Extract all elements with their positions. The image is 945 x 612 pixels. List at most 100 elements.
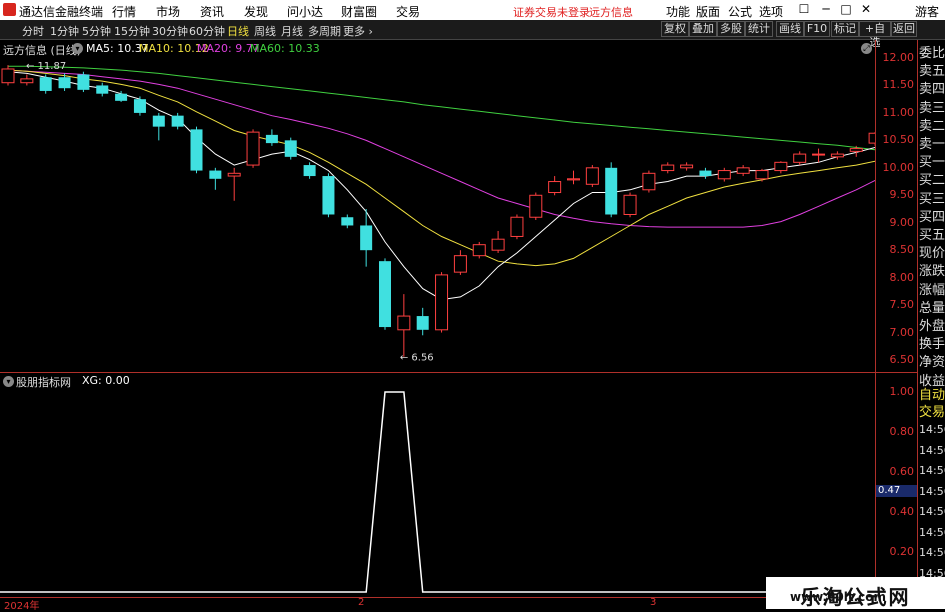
menu-hangqing[interactable]: 行情 bbox=[112, 3, 136, 20]
quote-field-label: 卖一 bbox=[919, 137, 945, 152]
candle-body-up bbox=[849, 148, 863, 152]
settings-circle-icon[interactable]: ▾ bbox=[72, 43, 83, 54]
candle-body-down bbox=[96, 85, 109, 94]
candle-body-up bbox=[717, 170, 731, 180]
candle-body-down bbox=[77, 74, 90, 90]
candle-body-up bbox=[548, 181, 562, 194]
f10-button[interactable]: F10 bbox=[804, 21, 830, 37]
period-fenshi[interactable]: 分时 bbox=[22, 23, 44, 39]
candle-body-up bbox=[623, 194, 637, 215]
add-watchlist-button[interactable]: +自选 bbox=[859, 21, 891, 49]
indicator-tick-label: 0.80 bbox=[889, 425, 915, 438]
mark-button[interactable]: 标记 bbox=[831, 21, 859, 37]
ma20-line bbox=[7, 69, 875, 228]
period-weekly[interactable]: 周线 bbox=[254, 23, 276, 39]
quote-field-label: 买二 bbox=[919, 173, 945, 189]
period-toolbar: 分时 1分钟 5分钟 15分钟 30分钟 60分钟 日线 周线 月线 多周期 更… bbox=[0, 20, 945, 49]
maximize-icon[interactable]: □ bbox=[838, 2, 854, 17]
period-5min[interactable]: 5分钟 bbox=[82, 23, 111, 39]
quote-field-label: 换手 bbox=[919, 337, 945, 353]
kline-chart[interactable]: ← 11.87 ← 6.56 bbox=[0, 56, 875, 372]
menu-banmian[interactable]: 版面 bbox=[696, 3, 720, 20]
candle-body-up bbox=[20, 78, 34, 84]
indicator-tick-label: 0.60 bbox=[889, 465, 915, 478]
quote-field-label: 总量 bbox=[919, 300, 945, 316]
statistics-button[interactable]: 统计 bbox=[745, 21, 773, 37]
period-1min[interactable]: 1分钟 bbox=[50, 23, 79, 39]
candle-body-up bbox=[472, 244, 486, 257]
candle-body-up bbox=[680, 164, 694, 169]
candle-body-down bbox=[699, 170, 712, 177]
price-tick-label: 10.00 bbox=[882, 160, 915, 174]
candle-body-up bbox=[453, 255, 467, 273]
candle-body-up bbox=[567, 178, 580, 181]
fuquan-button[interactable]: 复权 bbox=[661, 21, 689, 37]
price-tick-label: 11.00 bbox=[882, 105, 915, 119]
menu-wenxiaoda[interactable]: 问小达 bbox=[287, 3, 323, 20]
indicator-tick-label: 0.40 bbox=[889, 505, 915, 518]
watermark-site: www.60lt.com bbox=[790, 590, 887, 604]
date-label-mar: 3 bbox=[650, 597, 657, 608]
period-daily[interactable]: 日线 bbox=[227, 23, 249, 39]
candle-body-down bbox=[303, 165, 316, 177]
overlay-button[interactable]: 叠加 bbox=[689, 21, 717, 37]
menu-gongneng[interactable]: 功能 bbox=[666, 3, 690, 20]
period-30min[interactable]: 30分钟 bbox=[152, 23, 188, 39]
candle-body-up bbox=[793, 153, 807, 163]
stock-name-link[interactable]: 远方信息 bbox=[589, 4, 633, 20]
tick-time-label: 14:56 bbox=[919, 525, 945, 539]
quote-field-label: 卖二 bbox=[919, 118, 945, 134]
menu-faxian[interactable]: 发现 bbox=[244, 3, 268, 20]
indicator-tick-label: 0.20 bbox=[889, 545, 915, 558]
expand-chart-icon[interactable]: ⤢ bbox=[861, 43, 872, 54]
candle-body-up bbox=[812, 153, 826, 156]
indicator-chart[interactable] bbox=[0, 373, 875, 597]
app-logo-icon bbox=[3, 3, 16, 16]
menu-jiaoyi[interactable]: 交易 bbox=[396, 3, 420, 20]
candle-body-up bbox=[661, 164, 675, 172]
date-label-feb: 2 bbox=[358, 597, 365, 608]
menu-gongshi[interactable]: 公式 bbox=[728, 3, 752, 20]
candle-body-down bbox=[360, 225, 373, 251]
candle-body-down bbox=[115, 93, 128, 101]
period-60min[interactable]: 60分钟 bbox=[189, 23, 225, 39]
high-price-label: ← 11.87 bbox=[26, 61, 66, 72]
guest-user[interactable]: 游客 bbox=[915, 3, 939, 20]
period-15min[interactable]: 15分钟 bbox=[114, 23, 150, 39]
candle-body-up bbox=[227, 172, 241, 177]
price-tick-label: 9.00 bbox=[889, 215, 915, 229]
menu-caifuquan[interactable]: 财富圈 bbox=[341, 3, 377, 20]
close-icon[interactable]: ✕ bbox=[858, 2, 874, 17]
quote-field-label: 卖五 bbox=[919, 64, 945, 80]
candle-body-up bbox=[491, 238, 505, 251]
price-tick-label: 11.50 bbox=[882, 78, 915, 92]
candle-body-down bbox=[209, 170, 222, 179]
quote-field-label: 买五 bbox=[919, 228, 945, 243]
period-more[interactable]: 更多 › bbox=[343, 23, 373, 39]
period-monthly[interactable]: 月线 bbox=[281, 23, 303, 39]
title-bar: 通达信金融终端 行情 市场 资讯 发现 问小达 财富圈 交易 证券交易未登录 远… bbox=[0, 0, 945, 20]
candle-body-up bbox=[510, 216, 524, 237]
candle-body-up bbox=[397, 315, 411, 331]
back-button[interactable]: 返回 bbox=[891, 21, 917, 37]
candle-body-down bbox=[171, 115, 184, 127]
quote-field-label: 买四 bbox=[919, 209, 945, 225]
auto-trade-label[interactable]: 交易 bbox=[919, 401, 945, 420]
candle-body-up bbox=[246, 131, 260, 166]
menu-xuanxiang[interactable]: 选项 bbox=[759, 3, 783, 20]
price-tick-label: 7.50 bbox=[889, 298, 915, 312]
price-tick-label: 12.00 bbox=[882, 51, 915, 64]
quote-field-label: 涨跌 bbox=[919, 264, 945, 280]
menu-shichang[interactable]: 市场 bbox=[156, 3, 180, 20]
price-tick-label: 6.50 bbox=[889, 353, 915, 366]
candle-body-down bbox=[341, 217, 354, 226]
menu-zixun[interactable]: 资讯 bbox=[200, 3, 224, 20]
restore-layout-icon[interactable]: ☐ bbox=[796, 2, 812, 17]
login-warning[interactable]: 证券交易未登录 bbox=[513, 4, 590, 20]
period-multi[interactable]: 多周期 bbox=[308, 23, 341, 39]
multi-stock-button[interactable]: 多股 bbox=[717, 21, 745, 37]
minimize-icon[interactable]: ─ bbox=[818, 2, 834, 17]
quote-field-label: 卖四 bbox=[919, 82, 945, 98]
draw-line-button[interactable]: 画线 bbox=[776, 21, 804, 37]
low-price-label: ← 6.56 bbox=[400, 353, 434, 364]
